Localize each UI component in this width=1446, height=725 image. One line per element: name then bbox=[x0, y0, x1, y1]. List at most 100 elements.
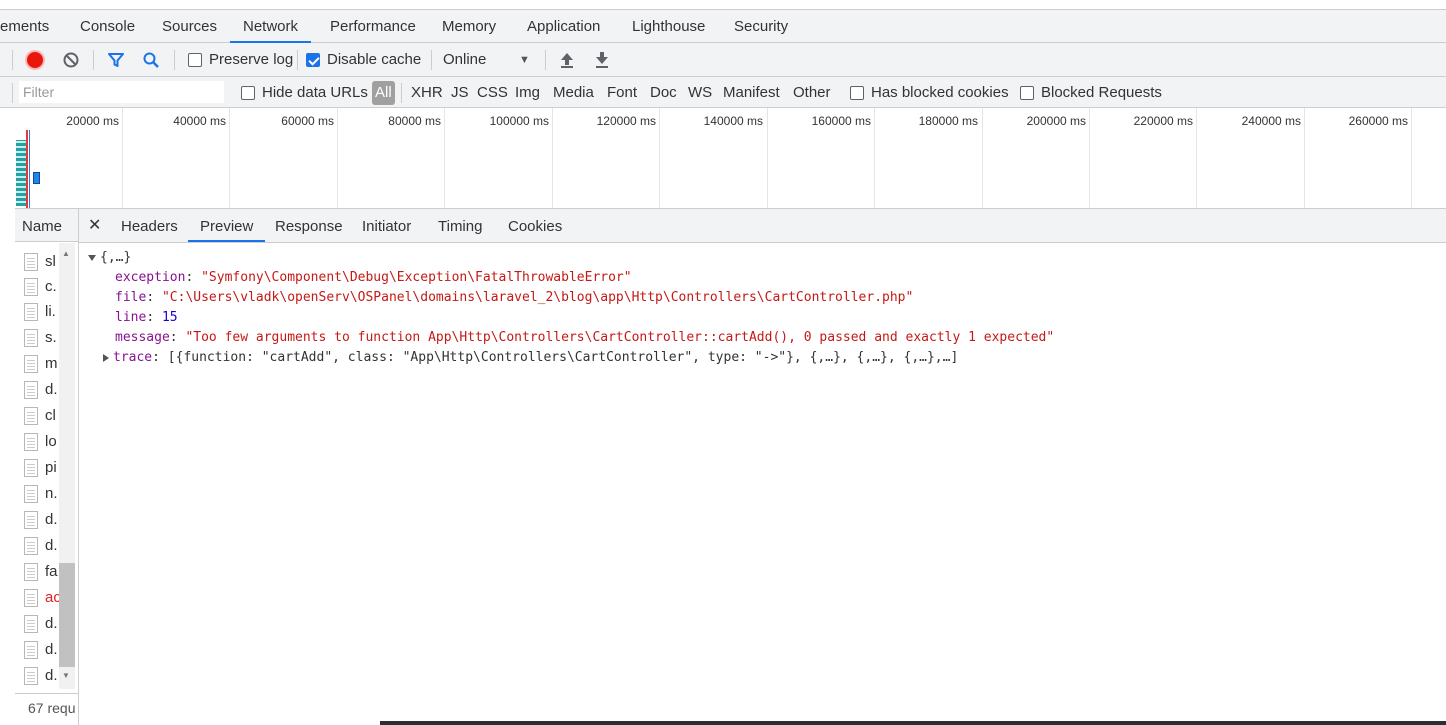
tab-network[interactable]: Network bbox=[230, 10, 312, 43]
timeline-tick: 220000 ms bbox=[1133, 114, 1193, 128]
document-icon bbox=[24, 277, 38, 296]
grid-line bbox=[1196, 108, 1197, 208]
tab-timing[interactable]: Timing bbox=[438, 209, 482, 242]
tab-security[interactable]: Security bbox=[734, 10, 788, 43]
record-button[interactable] bbox=[27, 43, 43, 76]
list-item[interactable]: m bbox=[15, 351, 59, 376]
list-item[interactable]: fa bbox=[15, 559, 59, 584]
preserve-log-checkbox[interactable]: Preserve log bbox=[188, 43, 293, 76]
toolbar-divider bbox=[174, 50, 175, 70]
json-root[interactable]: {,…} bbox=[88, 248, 131, 268]
tab-performance[interactable]: Performance bbox=[330, 10, 416, 43]
tab-preview[interactable]: Preview bbox=[188, 209, 266, 242]
scroll-down-arrow-icon[interactable]: ▼ bbox=[62, 671, 70, 680]
tab-headers[interactable]: Headers bbox=[121, 209, 178, 242]
list-item[interactable]: s. bbox=[15, 325, 59, 350]
collapse-triangle-icon[interactable] bbox=[103, 353, 109, 362]
list-item[interactable]: d. bbox=[15, 507, 59, 532]
upload-icon bbox=[561, 52, 573, 68]
tab-sources[interactable]: Sources bbox=[162, 10, 217, 43]
blocked-requests-checkbox[interactable]: Blocked Requests bbox=[1020, 77, 1162, 108]
network-overview-timeline[interactable]: 20000 ms 40000 ms 60000 ms 80000 ms 1000… bbox=[15, 108, 1446, 209]
grid-line bbox=[1089, 108, 1090, 208]
hide-data-urls-box[interactable] bbox=[241, 85, 255, 100]
has-blocked-cookies-checkbox[interactable]: Has blocked cookies bbox=[850, 77, 1009, 108]
has-blocked-cookies-box[interactable] bbox=[850, 85, 864, 100]
close-icon[interactable]: ✕ bbox=[88, 215, 101, 235]
dom-content-loaded-marker bbox=[29, 130, 30, 208]
grid-line bbox=[444, 108, 445, 208]
list-item[interactable]: c. bbox=[15, 274, 59, 299]
image-icon bbox=[24, 406, 38, 425]
tab-initiator[interactable]: Initiator bbox=[362, 209, 411, 242]
grid-line bbox=[1304, 108, 1305, 208]
grid-line bbox=[982, 108, 983, 208]
hide-data-urls-checkbox[interactable]: Hide data URLs bbox=[241, 77, 368, 108]
filter-input[interactable] bbox=[19, 81, 224, 103]
devtools-tabbar: ements Console Sources Network Performan… bbox=[0, 9, 1446, 43]
document-icon bbox=[24, 354, 38, 373]
list-item[interactable]: pi bbox=[15, 455, 59, 480]
list-item[interactable]: d. bbox=[15, 637, 59, 662]
filter-type-media[interactable]: Media bbox=[553, 77, 594, 108]
load-event-marker bbox=[26, 130, 28, 208]
list-item[interactable]: li. bbox=[15, 299, 59, 324]
list-item[interactable]: d. bbox=[15, 663, 59, 688]
filter-type-js[interactable]: JS bbox=[451, 77, 469, 108]
filter-type-other[interactable]: Other bbox=[793, 77, 831, 108]
import-har-button[interactable] bbox=[559, 43, 575, 76]
tab-memory[interactable]: Memory bbox=[442, 10, 496, 43]
json-property-message: message: "Too few arguments to function … bbox=[115, 330, 1055, 345]
blocked-requests-box[interactable] bbox=[1020, 85, 1034, 100]
filter-type-all[interactable]: All bbox=[372, 81, 395, 105]
filter-toggle-button[interactable] bbox=[107, 43, 125, 76]
list-item[interactable]: sl bbox=[15, 249, 59, 274]
grid-line bbox=[229, 108, 230, 208]
scroll-up-arrow-icon[interactable]: ▲ bbox=[62, 249, 70, 258]
filter-type-manifest[interactable]: Manifest bbox=[723, 77, 780, 108]
filter-type-xhr[interactable]: XHR bbox=[411, 77, 443, 108]
document-icon bbox=[24, 510, 38, 529]
clear-button[interactable] bbox=[62, 43, 80, 76]
filter-type-doc[interactable]: Doc bbox=[650, 77, 677, 108]
tab-console[interactable]: Console bbox=[80, 10, 135, 43]
search-button[interactable] bbox=[142, 43, 160, 76]
json-property-trace[interactable]: trace: [{function: "cartAdd", class: "Ap… bbox=[103, 348, 958, 368]
filter-type-img[interactable]: Img bbox=[515, 77, 540, 108]
list-item[interactable]: n. bbox=[15, 481, 59, 506]
filter-icon bbox=[108, 52, 124, 67]
record-icon bbox=[27, 51, 43, 68]
filter-divider bbox=[401, 83, 402, 103]
tab-application[interactable]: Application bbox=[527, 10, 600, 43]
throttling-select[interactable]: Online ▼ bbox=[443, 43, 533, 76]
tab-cookies[interactable]: Cookies bbox=[508, 209, 562, 242]
hide-data-urls-label: Hide data URLs bbox=[262, 84, 368, 101]
document-icon bbox=[24, 588, 38, 607]
expand-triangle-icon[interactable] bbox=[88, 254, 96, 261]
list-item[interactable]: d. bbox=[15, 377, 59, 402]
preserve-log-box[interactable] bbox=[188, 52, 202, 67]
filter-divider bbox=[12, 83, 13, 103]
timeline-tick: 60000 ms bbox=[281, 114, 334, 128]
tab-elements[interactable]: ements bbox=[0, 10, 49, 43]
name-column-header[interactable]: Name bbox=[15, 209, 78, 242]
filter-type-ws[interactable]: WS bbox=[688, 77, 712, 108]
document-icon bbox=[24, 536, 38, 555]
grid-line bbox=[337, 108, 338, 208]
list-item[interactable]: lo bbox=[15, 429, 59, 454]
filter-type-font[interactable]: Font bbox=[607, 77, 637, 108]
disable-cache-checkbox[interactable]: Disable cache bbox=[306, 43, 421, 76]
list-item[interactable]: d. bbox=[15, 611, 59, 636]
list-item[interactable]: cl bbox=[15, 403, 59, 428]
scrollbar-thumb[interactable] bbox=[59, 563, 75, 667]
document-icon bbox=[24, 380, 38, 399]
tab-lighthouse[interactable]: Lighthouse bbox=[632, 10, 705, 43]
export-har-button[interactable] bbox=[594, 43, 610, 76]
tab-response[interactable]: Response bbox=[275, 209, 343, 242]
timeline-tick: 260000 ms bbox=[1348, 114, 1408, 128]
list-item-selected[interactable]: ac bbox=[15, 585, 59, 610]
disable-cache-box[interactable] bbox=[306, 52, 320, 67]
list-item[interactable]: d. bbox=[15, 533, 59, 558]
filter-type-css[interactable]: CSS bbox=[477, 77, 508, 108]
document-icon bbox=[24, 666, 38, 685]
